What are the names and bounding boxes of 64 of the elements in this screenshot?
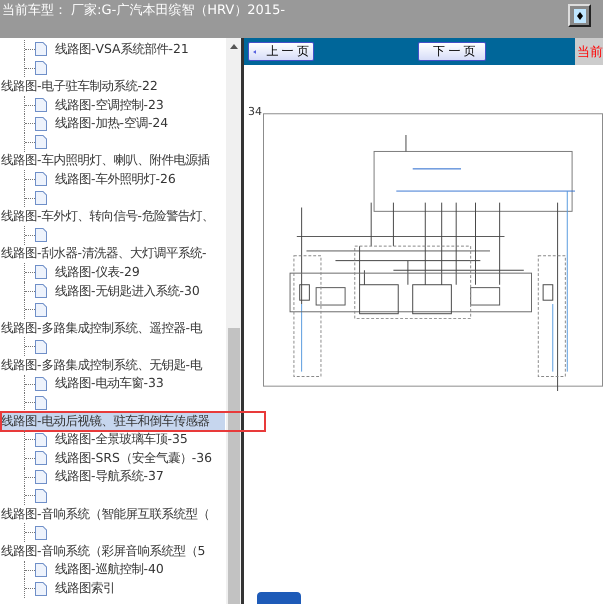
- document-icon: [35, 488, 47, 503]
- document-icon: [35, 470, 47, 484]
- tree-item-label: 线路图-空调控制-23: [55, 96, 164, 114]
- tree-group-label[interactable]: 线路图-电动后视镜、驻车和倒车传感器: [0, 412, 225, 430]
- document-icon: [35, 191, 47, 206]
- tree-item[interactable]: 线路图索引: [0, 582, 115, 596]
- tree-group-label[interactable]: 线路图-音响系统（彩屏音响系统型（5: [0, 542, 206, 560]
- tree-item[interactable]: 线路图-导航系统-37: [0, 470, 164, 484]
- vehicle-title: 当前车型： 厂家:G-广汽本田缤智（HRV）2015-: [1, 2, 286, 19]
- tree-item-label: 线路图-车外照明灯-26: [55, 170, 176, 188]
- document-icon: [35, 265, 47, 280]
- document-icon: [35, 582, 47, 596]
- document-icon: [35, 42, 47, 56]
- tree-item[interactable]: 线路图-无钥匙进入系统-30: [0, 284, 200, 298]
- document-icon: [35, 376, 47, 391]
- tree-item[interactable]: 线路图-VSA系统部件-21: [0, 42, 189, 56]
- tree-item[interactable]: 线路图-SRS（安全气囊）-36: [0, 451, 212, 466]
- document-icon: [35, 172, 47, 186]
- document-icon: [35, 562, 47, 577]
- tree-group-label[interactable]: 线路图-车外灯、转向信号-危险警告灯、: [0, 208, 214, 226]
- tree-item[interactable]: 线路图-电动车窗-33: [0, 376, 164, 391]
- document-icon: [35, 526, 47, 540]
- tree-item-label: 线路图-VSA系统部件-21: [55, 40, 189, 58]
- document-icon: [35, 340, 47, 354]
- document-icon: [35, 116, 47, 131]
- document-icon: [35, 396, 47, 410]
- tree-item[interactable]: 线路图-巡航控制-40: [0, 562, 164, 577]
- tree-item-label: 线路图-加热-空调-24: [55, 115, 168, 132]
- tree-item-label: 线路图-导航系统-37: [55, 468, 164, 486]
- tree-item[interactable]: 线路图-加热-空调-24: [0, 116, 168, 131]
- tree-item[interactable]: 线路图-全景玻璃车顶-35: [0, 432, 188, 447]
- tree-group-label[interactable]: 线路图-刮水器-清洗器、大灯调平系统-: [0, 245, 206, 262]
- tree-group-label[interactable]: 线路图-车内照明灯、喇叭、附件电源插: [0, 152, 210, 170]
- document-icon: [35, 302, 47, 317]
- tree-group-label[interactable]: 线路图-多路集成控制系统、无钥匙-电: [0, 356, 202, 374]
- tree-item-label: 线路图-电动车窗-33: [55, 375, 164, 392]
- tree-group-label[interactable]: 线路图-音响系统（智能屏互联系统型（: [0, 506, 210, 523]
- next-page-button[interactable]: 下 一 页: [418, 42, 486, 61]
- scrollbar[interactable]: [226, 38, 241, 604]
- tree-item[interactable]: 线路图-车外照明灯-26: [0, 172, 176, 186]
- toggle-button[interactable]: [568, 4, 591, 27]
- diamond-icon: [574, 8, 586, 22]
- tree-item-label: 线路图-全景玻璃车顶-35: [55, 431, 188, 448]
- current-label: 当前: [575, 38, 603, 65]
- tree-item[interactable]: 线路图-仪表-29: [0, 265, 140, 280]
- tree-item-label: 线路图-SRS（安全气囊）-36: [55, 450, 212, 467]
- document-icon: [35, 432, 47, 447]
- tree-item-label: 线路图-无钥匙进入系统-30: [55, 282, 200, 300]
- tree-item-label: 线路图-仪表-29: [55, 264, 140, 281]
- scroll-thumb[interactable]: [228, 328, 240, 604]
- scroll-up-icon[interactable]: [230, 44, 238, 49]
- tree-item[interactable]: 线路图-空调控制-23: [0, 98, 164, 112]
- tree-group-label[interactable]: 线路图-多路集成控制系统、遥控器-电: [0, 320, 202, 337]
- document-icon: [35, 284, 47, 298]
- tree-group-label[interactable]: 线路图-电子驻车制动系统-22: [0, 78, 158, 95]
- document-icon: [35, 135, 47, 150]
- tree-item-label: 线路图索引: [55, 580, 115, 598]
- document-icon: [35, 98, 47, 112]
- document-icon: [35, 451, 47, 466]
- document-icon: [35, 228, 47, 242]
- tree-item-label: 线路图-巡航控制-40: [55, 561, 164, 578]
- page-number: 34: [248, 106, 262, 117]
- previous-page-button[interactable]: 上 一 页: [248, 42, 314, 61]
- document-icon: [35, 60, 47, 75]
